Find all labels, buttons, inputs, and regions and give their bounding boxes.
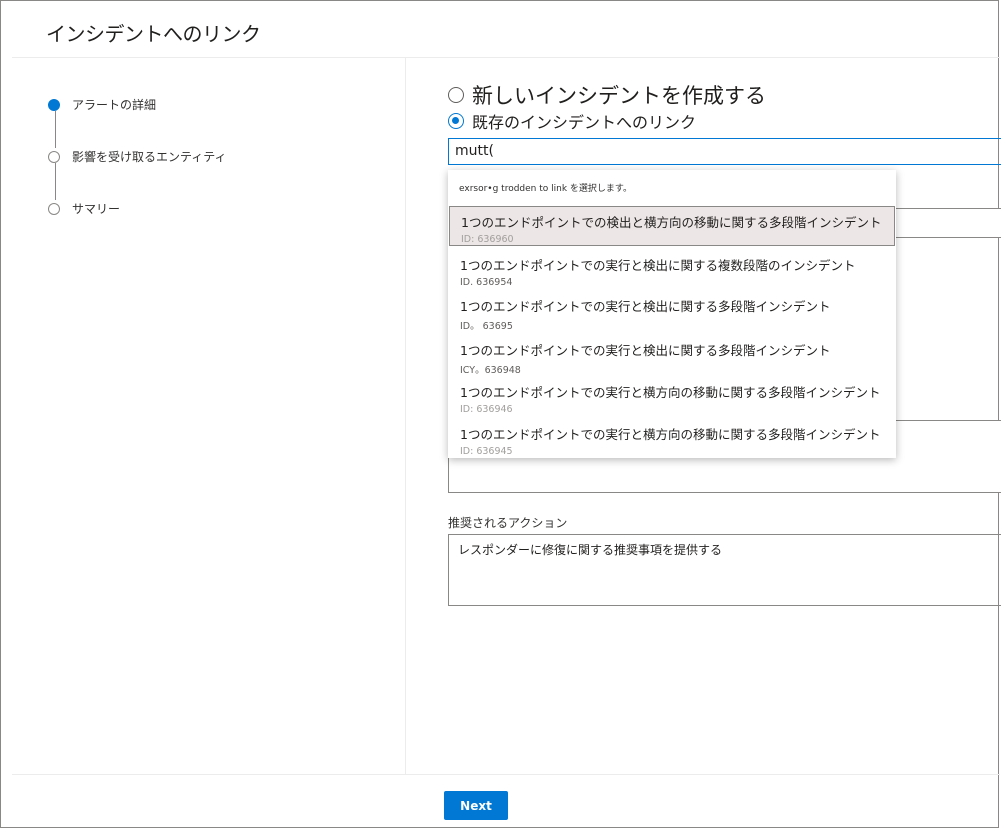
radio-label: 既存のインシデントへのリンク	[472, 113, 697, 132]
suggestion-title: 1つのエンドポイントでの実行と横方向の移動に関する多段階インシデント	[460, 385, 881, 400]
radio-label: 新しいインシデントを作成する	[472, 84, 766, 108]
suggestion-id: ID: 636945	[460, 446, 513, 457]
suggestion-id: ID。 63695	[460, 321, 513, 332]
suggestion-item[interactable]: 1つのエンドポイントでの実行と検出に関する複数段階のインシデント ID. 636…	[448, 250, 896, 290]
step-alert-details[interactable]: アラートの詳細	[48, 96, 156, 113]
recommended-action-field[interactable]: レスポンダーに修復に関する推奨事項を提供する	[448, 534, 1001, 606]
radio-create-new[interactable]: 新しいインシデントを作成する	[448, 80, 766, 110]
step-affected-entities[interactable]: 影響を受け取るエンティティ	[48, 148, 227, 165]
step-label: サマリー	[72, 202, 121, 216]
sidebar-divider	[405, 58, 406, 774]
radio-unchecked-icon	[448, 87, 464, 103]
step-connector	[55, 111, 56, 148]
step-pending-icon	[48, 202, 60, 215]
step-connector	[55, 163, 56, 200]
step-label: 影響を受け取るエンティティ	[72, 150, 227, 164]
step-summary[interactable]: サマリー	[48, 200, 120, 217]
suggestion-id: ICY。636948	[460, 365, 521, 376]
footer-divider	[12, 774, 1000, 775]
incident-search-input[interactable]: mutt(	[448, 138, 1001, 165]
incident-suggestions-dropdown: exrsor•g trodden to link を選択します。 1つのエンドポ…	[448, 170, 896, 458]
suggestion-title: 1つのエンドポイントでの実行と検出に関する複数段階のインシデント	[460, 258, 856, 273]
suggestion-title: 1つのエンドポイントでの実行と検出に関する多段階インシデント	[460, 299, 831, 314]
radio-link-existing[interactable]: 既存のインシデントへのリンク	[448, 109, 696, 133]
suggestion-title: 1つのエンドポイントでの検出と横方向の移動に関する多段階インシデント	[461, 215, 882, 230]
suggestion-id: ID. 636954	[460, 277, 513, 288]
suggestion-item[interactable]: 1つのエンドポイントでの実行と横方向の移動に関する多段階インシデント ID: 6…	[448, 377, 896, 417]
radio-checked-icon	[448, 113, 464, 129]
dropdown-hint: exrsor•g trodden to link を選択します。	[459, 184, 633, 194]
suggestion-item[interactable]: 1つのエンドポイントでの実行と横方向の移動に関する多段階インシデント ID: 6…	[448, 419, 896, 459]
suggestion-item[interactable]: 1つのエンドポイントでの実行と検出に関する多段階インシデント ID。 63695	[448, 291, 896, 332]
suggestion-title: 1つのエンドポイントでの実行と横方向の移動に関する多段階インシデント	[460, 427, 881, 442]
page-title: インシデントへのリンク	[46, 22, 261, 46]
recommended-action-label: 推奨されるアクション	[448, 516, 568, 530]
suggestion-title: 1つのエンドポイントでの実行と検出に関する多段階インシデント	[460, 343, 831, 358]
step-pending-icon	[48, 150, 60, 163]
header-divider	[12, 57, 1000, 58]
step-active-icon	[48, 98, 60, 111]
suggestion-item[interactable]: 1つのエンドポイントでの検出と横方向の移動に関する多段階インシデント ID: 6…	[449, 206, 895, 246]
step-label: アラートの詳細	[72, 98, 157, 112]
suggestion-id: ID: 636946	[460, 404, 513, 415]
suggestion-id: ID: 636960	[461, 234, 514, 245]
next-button[interactable]: Next	[444, 791, 508, 820]
suggestion-item[interactable]: 1つのエンドポイントでの実行と検出に関する多段階インシデント ICY。63694…	[448, 335, 896, 376]
